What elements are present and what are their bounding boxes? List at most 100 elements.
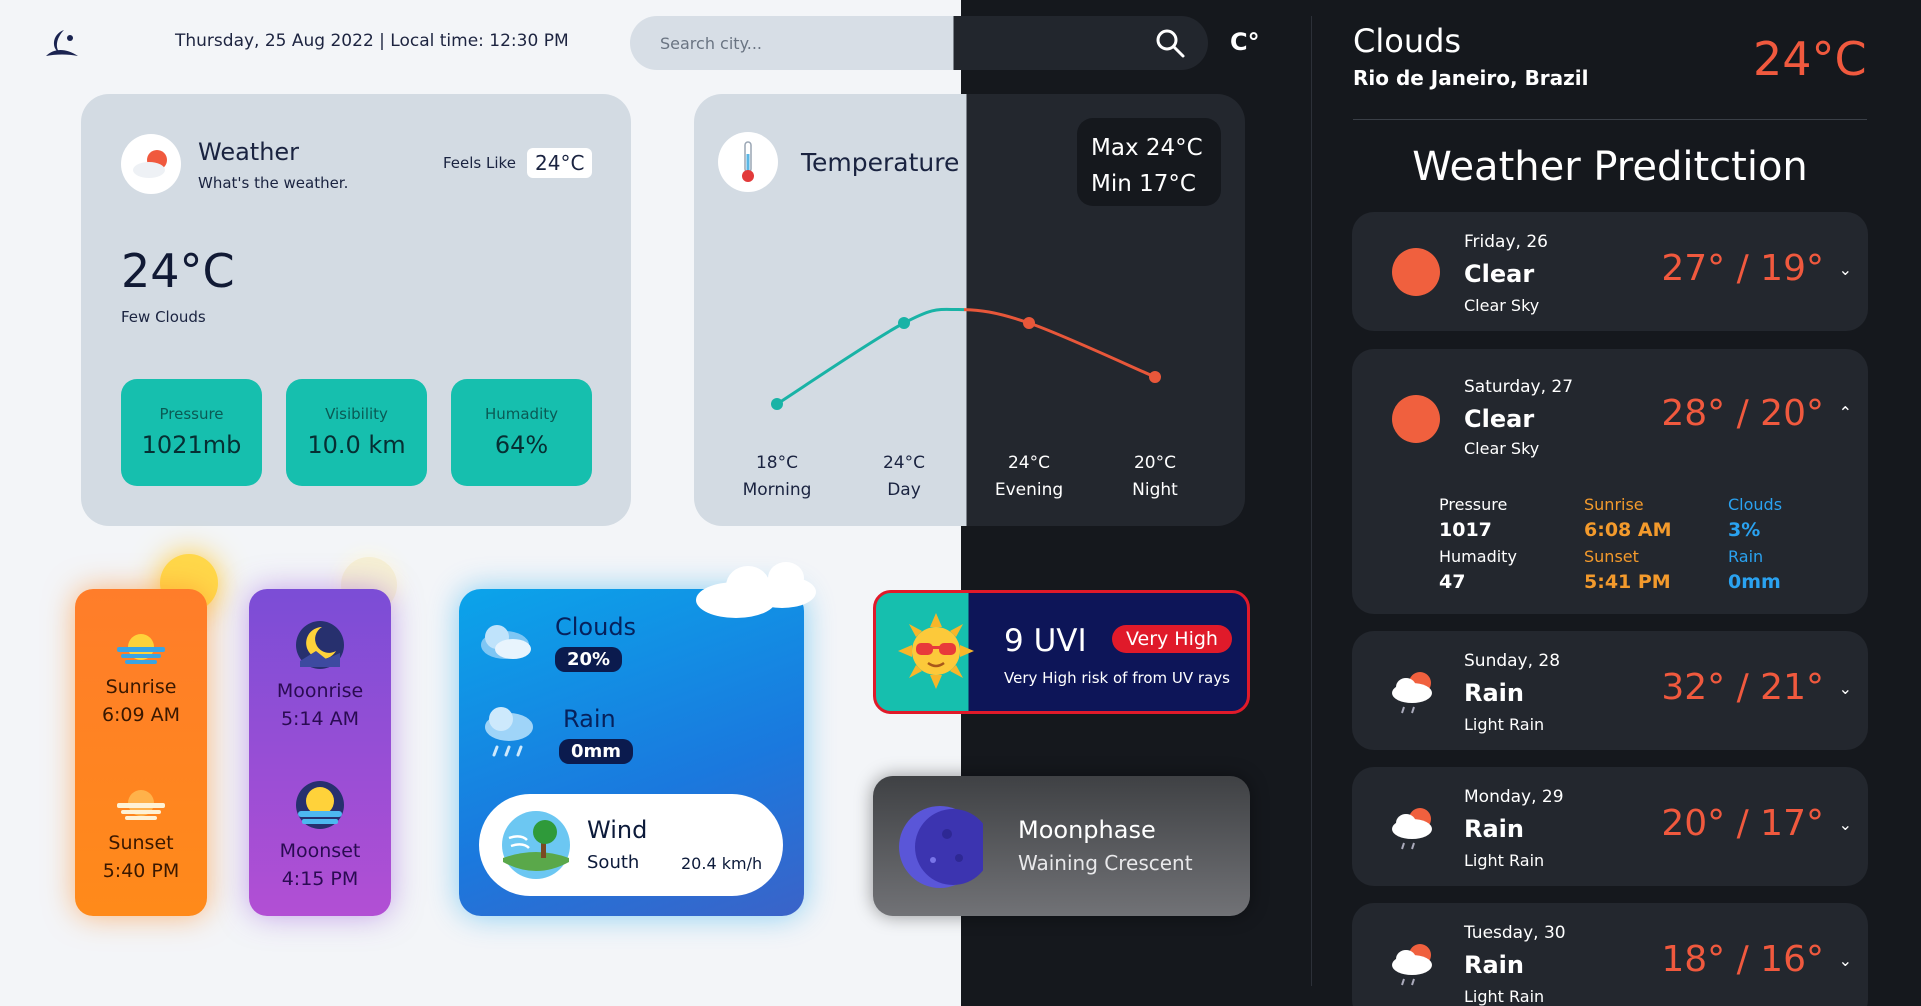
forecast-condition: Clear — [1464, 405, 1535, 433]
clouds-rain-wind-card: Clouds 20% Rain 0mm Wind South 20.4 km/h — [459, 589, 804, 916]
weather-card: Weather What's the weather. Feels Like 2… — [81, 94, 631, 526]
moonphase-card: Moonphase Waining Crescent — [873, 776, 1250, 916]
current-temperature-large: 24°C — [1753, 32, 1867, 86]
temperature-curve-dark — [964, 308, 1156, 379]
moonphase-title: Moonphase — [1018, 816, 1156, 844]
forecast-day-name: Sunday, 28 — [1464, 651, 1561, 671]
weather-card-icon — [121, 134, 181, 194]
forecast-day-card-expanded[interactable]: Saturday, 27 Clear Clear Sky 28° / 20° ⌃… — [1352, 349, 1868, 614]
detail-humidity-label: Humadity — [1439, 547, 1517, 566]
forecast-day-card[interactable]: Friday, 26 Clear Clear Sky 27° / 19° ⌄ — [1352, 212, 1868, 331]
moonrise-icon — [296, 621, 344, 669]
point-period: Evening — [994, 480, 1064, 500]
moonrise-time: 5:14 AM — [280, 708, 360, 730]
search-input[interactable] — [660, 30, 1060, 56]
forecast-day-card[interactable]: Monday, 29 Rain Light Rain 20° / 17° ⌄ — [1352, 767, 1868, 886]
stat-label: Pressure — [159, 405, 224, 423]
sunset-icon — [117, 790, 165, 820]
chevron-down-icon[interactable]: ⌄ — [1839, 260, 1852, 279]
forecast-temperature-range: 28° / 20° — [1661, 393, 1824, 434]
current-temperature: 24°C — [121, 244, 235, 298]
detail-clouds-value: 3% — [1728, 519, 1761, 541]
humidity-stat: Humadity 64% — [451, 379, 592, 486]
forecast-day-name: Monday, 29 — [1464, 787, 1564, 807]
forecast-condition-detail: Light Rain — [1464, 715, 1545, 734]
detail-rain-value: 0mm — [1728, 571, 1781, 593]
stat-label: Visibility — [325, 405, 388, 423]
visibility-stat: Visibility 10.0 km — [286, 379, 427, 486]
cloud-decoration-icon — [696, 562, 816, 618]
temperature-point — [771, 398, 783, 410]
temperature-point-label: 20°C Night — [1100, 450, 1210, 504]
uv-risk-badge: Very High — [1112, 625, 1232, 653]
detail-clouds-label: Clouds — [1728, 495, 1783, 514]
current-condition: Clouds — [1353, 22, 1462, 60]
chevron-down-icon[interactable]: ⌄ — [1839, 951, 1852, 970]
uv-risk-description: Very High risk of from UV rays — [1004, 669, 1230, 687]
chevron-down-icon[interactable]: ⌄ — [1839, 815, 1852, 834]
search-bar[interactable] — [630, 16, 1208, 70]
pressure-stat: Pressure 1021mb — [121, 379, 262, 486]
chevron-down-icon[interactable]: ⌄ — [1839, 679, 1852, 698]
moonrise-label: Moonrise — [276, 680, 364, 702]
point-temperature: 20°C — [1133, 453, 1176, 473]
wind-speed: 20.4 km/h — [681, 854, 763, 873]
wind-label: Wind — [587, 816, 648, 844]
uv-index-card: 9 UVI Very High Very High risk of from U… — [873, 590, 1250, 714]
detail-sunset-value: 5:41 PM — [1584, 571, 1671, 593]
temperature-point-label: 24°C Day — [849, 450, 959, 504]
stat-value: 64% — [494, 431, 549, 459]
app-logo-icon[interactable] — [44, 28, 80, 60]
header-divider — [1353, 119, 1867, 120]
temperature-point — [1149, 371, 1161, 383]
temperature-card: Temperature Max 24°C Min 17°C 18°C Mornin… — [694, 94, 1245, 526]
chevron-up-icon[interactable]: ⌃ — [1839, 403, 1852, 422]
feels-like-label: Feels Like — [443, 154, 516, 172]
moonset-icon — [296, 781, 344, 829]
clouds-icon — [481, 625, 531, 659]
forecast-day-name: Friday, 26 — [1464, 232, 1548, 252]
temperature-point-label: 18°C Morning — [722, 450, 832, 504]
thermometer-icon — [718, 132, 778, 192]
rain-cloud-icon — [1392, 808, 1432, 850]
sun-icon — [1392, 395, 1440, 443]
stat-value: 10.0 km — [307, 431, 406, 459]
wind-direction: South — [587, 852, 640, 873]
rain-cloud-icon — [1392, 944, 1432, 986]
max-min-box: Max 24°C Min 17°C — [1077, 118, 1221, 206]
search-icon[interactable] — [1154, 27, 1186, 59]
temperature-curve-light — [776, 307, 964, 406]
rain-value: 0mm — [559, 739, 634, 764]
stat-label: Humadity — [484, 405, 559, 423]
weather-card-title: Weather — [198, 138, 300, 166]
temperature-point — [1023, 317, 1035, 329]
forecast-day-name: Saturday, 27 — [1464, 377, 1574, 397]
forecast-condition-detail: Light Rain — [1464, 987, 1545, 1006]
stat-value: 1021mb — [141, 431, 242, 459]
rain-icon — [485, 707, 533, 757]
rain-cloud-icon — [1392, 672, 1432, 714]
temperature-card-title: Temperature — [801, 148, 960, 177]
forecast-condition: Rain — [1464, 679, 1524, 707]
moon-phase-icon — [899, 806, 983, 888]
moonset-time: 4:15 PM — [281, 868, 359, 890]
forecast-heading: Weather Preditction — [1412, 144, 1808, 190]
min-temperature: Min 17°C — [1091, 171, 1196, 197]
detail-sunset-label: Sunset — [1584, 547, 1639, 566]
detail-humidity-value: 47 — [1439, 571, 1466, 593]
forecast-temperature-range: 18° / 16° — [1661, 939, 1824, 980]
sunrise-label: Sunrise — [105, 676, 177, 698]
detail-rain-label: Rain — [1728, 547, 1764, 566]
forecast-condition: Clear — [1464, 260, 1535, 288]
forecast-day-card[interactable]: Sunday, 28 Rain Light Rain 32° / 21° ⌄ — [1352, 631, 1868, 750]
unit-toggle-button[interactable]: C° — [1230, 28, 1260, 56]
temperature-point — [898, 317, 910, 329]
moonphase-name: Waining Crescent — [1018, 851, 1193, 875]
forecast-day-card[interactable]: Tuesday, 30 Rain Light Rain 18° / 16° ⌄ — [1352, 903, 1868, 1006]
detail-sunrise-label: Sunrise — [1584, 495, 1644, 514]
clouds-label: Clouds — [555, 613, 637, 641]
forecast-day-name: Tuesday, 30 — [1464, 923, 1566, 943]
date-time-text: Thursday, 25 Aug 2022 | Local time: 12:3… — [175, 31, 569, 51]
point-period: Night — [1132, 480, 1178, 500]
forecast-condition-detail: Clear Sky — [1464, 296, 1540, 315]
